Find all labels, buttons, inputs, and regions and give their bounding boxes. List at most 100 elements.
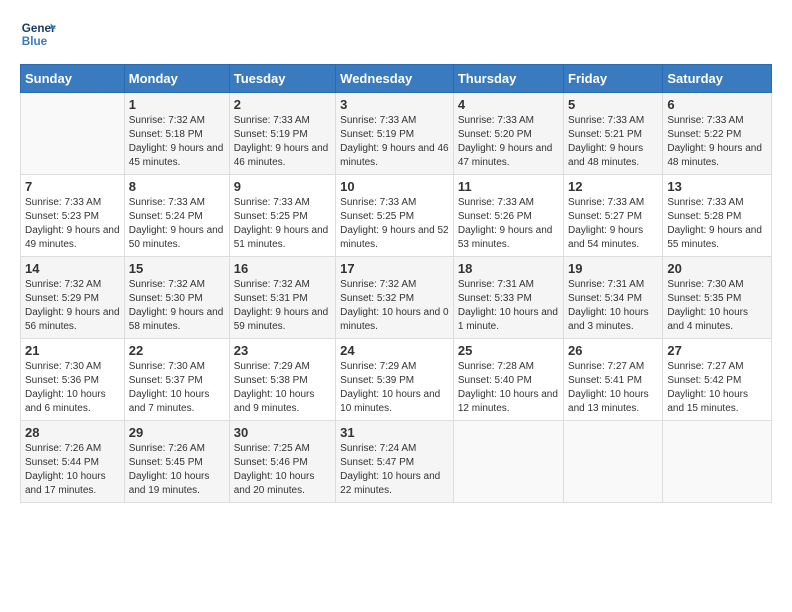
calendar-week-row: 21 Sunrise: 7:30 AMSunset: 5:36 PMDayligh… — [21, 339, 772, 421]
day-info: Sunrise: 7:24 AMSunset: 5:47 PMDaylight:… — [340, 442, 449, 498]
day-number: 21 — [25, 343, 120, 358]
calendar-cell: 10 Sunrise: 7:33 AMSunset: 5:25 PMDayligh… — [336, 175, 454, 257]
day-number: 16 — [234, 261, 331, 276]
calendar-week-row: 1 Sunrise: 7:32 AMSunset: 5:18 PMDaylight… — [21, 93, 772, 175]
day-number: 7 — [25, 179, 120, 194]
day-number: 2 — [234, 97, 331, 112]
day-number: 26 — [568, 343, 658, 358]
day-info: Sunrise: 7:26 AMSunset: 5:44 PMDaylight:… — [25, 442, 120, 498]
day-number: 5 — [568, 97, 658, 112]
calendar-cell — [663, 421, 772, 503]
svg-text:Blue: Blue — [22, 35, 48, 48]
day-info: Sunrise: 7:33 AMSunset: 5:19 PMDaylight:… — [234, 114, 331, 170]
calendar-cell: 23 Sunrise: 7:29 AMSunset: 5:38 PMDayligh… — [229, 339, 335, 421]
day-number: 18 — [458, 261, 559, 276]
day-number: 25 — [458, 343, 559, 358]
day-number: 1 — [129, 97, 225, 112]
day-info: Sunrise: 7:30 AMSunset: 5:35 PMDaylight:… — [667, 278, 767, 334]
day-info: Sunrise: 7:31 AMSunset: 5:34 PMDaylight:… — [568, 278, 658, 334]
calendar-cell — [564, 421, 663, 503]
calendar-cell: 21 Sunrise: 7:30 AMSunset: 5:36 PMDayligh… — [21, 339, 125, 421]
day-info: Sunrise: 7:32 AMSunset: 5:31 PMDaylight:… — [234, 278, 331, 334]
calendar-cell: 9Sunrise: 7:33 AMSunset: 5:25 PMDaylight… — [229, 175, 335, 257]
day-info: Sunrise: 7:33 AMSunset: 5:22 PMDaylight:… — [667, 114, 767, 170]
day-info: Sunrise: 7:32 AMSunset: 5:18 PMDaylight:… — [129, 114, 225, 170]
calendar-cell: 29 Sunrise: 7:26 AMSunset: 5:45 PMDayligh… — [124, 421, 229, 503]
day-number: 10 — [340, 179, 449, 194]
weekday-header: Tuesday — [229, 65, 335, 93]
day-info: Sunrise: 7:33 AMSunset: 5:25 PMDaylight:… — [340, 196, 449, 252]
calendar-cell — [453, 421, 563, 503]
logo-icon: General Blue — [20, 16, 56, 52]
day-number: 4 — [458, 97, 559, 112]
day-info: Sunrise: 7:33 AMSunset: 5:24 PMDaylight:… — [129, 196, 225, 252]
calendar-cell: 13 Sunrise: 7:33 AMSunset: 5:28 PMDayligh… — [663, 175, 772, 257]
logo: General Blue — [20, 16, 56, 52]
day-number: 23 — [234, 343, 331, 358]
day-info: Sunrise: 7:29 AMSunset: 5:39 PMDaylight:… — [340, 360, 449, 416]
day-info: Sunrise: 7:31 AMSunset: 5:33 PMDaylight:… — [458, 278, 559, 334]
day-number: 12 — [568, 179, 658, 194]
calendar-cell: 14 Sunrise: 7:32 AMSunset: 5:29 PMDayligh… — [21, 257, 125, 339]
calendar-cell: 28 Sunrise: 7:26 AMSunset: 5:44 PMDayligh… — [21, 421, 125, 503]
day-info: Sunrise: 7:26 AMSunset: 5:45 PMDaylight:… — [129, 442, 225, 498]
day-number: 11 — [458, 179, 559, 194]
weekday-header: Monday — [124, 65, 229, 93]
day-info: Sunrise: 7:33 AMSunset: 5:23 PMDaylight:… — [25, 196, 120, 252]
weekday-header: Thursday — [453, 65, 563, 93]
day-number: 8 — [129, 179, 225, 194]
day-info: Sunrise: 7:29 AMSunset: 5:38 PMDaylight:… — [234, 360, 331, 416]
calendar-cell: 20 Sunrise: 7:30 AMSunset: 5:35 PMDayligh… — [663, 257, 772, 339]
day-info: Sunrise: 7:30 AMSunset: 5:36 PMDaylight:… — [25, 360, 120, 416]
calendar-cell: 26 Sunrise: 7:27 AMSunset: 5:41 PMDayligh… — [564, 339, 663, 421]
calendar-cell: 15Sunrise: 7:32 AMSunset: 5:30 PMDayligh… — [124, 257, 229, 339]
day-number: 31 — [340, 425, 449, 440]
day-info: Sunrise: 7:25 AMSunset: 5:46 PMDaylight:… — [234, 442, 331, 498]
day-number: 28 — [25, 425, 120, 440]
calendar-cell: 1 Sunrise: 7:32 AMSunset: 5:18 PMDaylight… — [124, 93, 229, 175]
calendar-week-row: 14 Sunrise: 7:32 AMSunset: 5:29 PMDayligh… — [21, 257, 772, 339]
day-info: Sunrise: 7:33 AMSunset: 5:28 PMDaylight:… — [667, 196, 767, 252]
calendar-cell: 24 Sunrise: 7:29 AMSunset: 5:39 PMDayligh… — [336, 339, 454, 421]
page-header: General Blue — [20, 16, 772, 52]
calendar-cell: 6Sunrise: 7:33 AMSunset: 5:22 PMDaylight… — [663, 93, 772, 175]
day-info: Sunrise: 7:33 AMSunset: 5:21 PMDaylight:… — [568, 114, 658, 170]
calendar-cell: 19 Sunrise: 7:31 AMSunset: 5:34 PMDayligh… — [564, 257, 663, 339]
day-info: Sunrise: 7:32 AMSunset: 5:29 PMDaylight:… — [25, 278, 120, 334]
calendar-cell: 5 Sunrise: 7:33 AMSunset: 5:21 PMDaylight… — [564, 93, 663, 175]
day-info: Sunrise: 7:33 AMSunset: 5:27 PMDaylight:… — [568, 196, 658, 252]
weekday-header: Wednesday — [336, 65, 454, 93]
day-info: Sunrise: 7:33 AMSunset: 5:26 PMDaylight:… — [458, 196, 559, 252]
day-number: 29 — [129, 425, 225, 440]
day-number: 19 — [568, 261, 658, 276]
calendar-week-row: 28 Sunrise: 7:26 AMSunset: 5:44 PMDayligh… — [21, 421, 772, 503]
calendar-cell: 4Sunrise: 7:33 AMSunset: 5:20 PMDaylight… — [453, 93, 563, 175]
day-info: Sunrise: 7:32 AMSunset: 5:32 PMDaylight:… — [340, 278, 449, 334]
calendar-table: SundayMondayTuesdayWednesdayThursdayFrid… — [20, 64, 772, 503]
weekday-header-row: SundayMondayTuesdayWednesdayThursdayFrid… — [21, 65, 772, 93]
day-number: 14 — [25, 261, 120, 276]
day-info: Sunrise: 7:32 AMSunset: 5:30 PMDaylight:… — [129, 278, 225, 334]
day-number: 24 — [340, 343, 449, 358]
day-number: 17 — [340, 261, 449, 276]
calendar-cell: 2 Sunrise: 7:33 AMSunset: 5:19 PMDaylight… — [229, 93, 335, 175]
calendar-cell: 30 Sunrise: 7:25 AMSunset: 5:46 PMDayligh… — [229, 421, 335, 503]
calendar-week-row: 7 Sunrise: 7:33 AMSunset: 5:23 PMDaylight… — [21, 175, 772, 257]
day-info: Sunrise: 7:33 AMSunset: 5:25 PMDaylight:… — [234, 196, 331, 252]
weekday-header: Saturday — [663, 65, 772, 93]
day-number: 22 — [129, 343, 225, 358]
weekday-header: Friday — [564, 65, 663, 93]
day-info: Sunrise: 7:30 AMSunset: 5:37 PMDaylight:… — [129, 360, 225, 416]
calendar-cell: 11 Sunrise: 7:33 AMSunset: 5:26 PMDayligh… — [453, 175, 563, 257]
day-number: 13 — [667, 179, 767, 194]
day-number: 20 — [667, 261, 767, 276]
calendar-cell: 3Sunrise: 7:33 AMSunset: 5:19 PMDaylight… — [336, 93, 454, 175]
day-number: 3 — [340, 97, 449, 112]
day-info: Sunrise: 7:27 AMSunset: 5:41 PMDaylight:… — [568, 360, 658, 416]
day-number: 30 — [234, 425, 331, 440]
day-number: 27 — [667, 343, 767, 358]
weekday-header: Sunday — [21, 65, 125, 93]
calendar-cell: 16 Sunrise: 7:32 AMSunset: 5:31 PMDayligh… — [229, 257, 335, 339]
calendar-cell: 8 Sunrise: 7:33 AMSunset: 5:24 PMDaylight… — [124, 175, 229, 257]
calendar-cell: 27Sunrise: 7:27 AMSunset: 5:42 PMDayligh… — [663, 339, 772, 421]
